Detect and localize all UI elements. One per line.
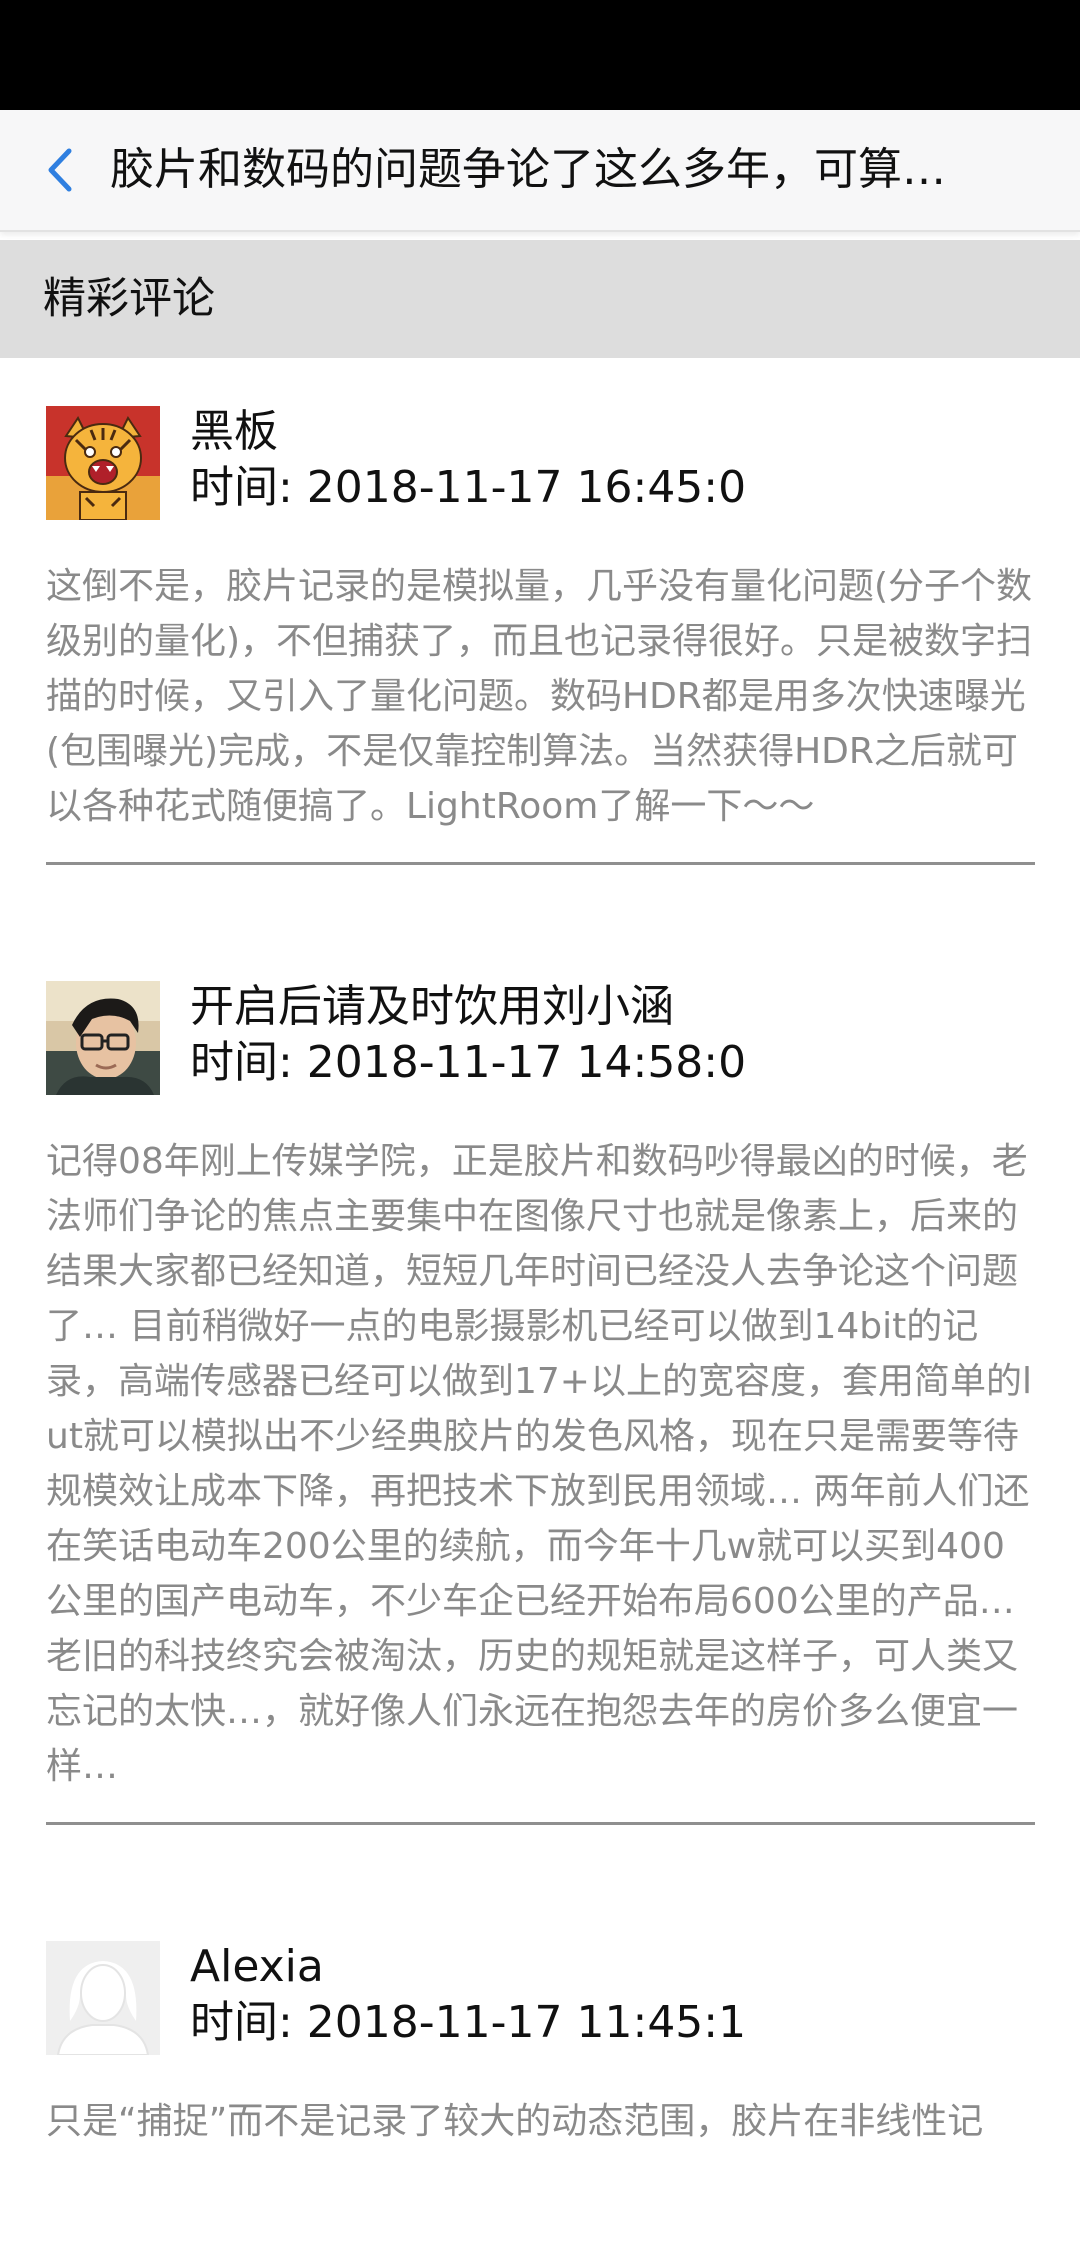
back-button[interactable] (30, 132, 90, 208)
section-header: 精彩评论 (0, 240, 1080, 358)
comment-divider (46, 862, 1035, 865)
default-female-avatar[interactable] (46, 1941, 160, 2055)
comment-timestamp: 时间: 2018-11-17 11:45:1 (190, 1997, 747, 2048)
comment-body: 记得08年刚上传媒学院，正是胶片和数码吵得最凶的时候，老法师们争论的焦点主要集中… (46, 1141, 1032, 1787)
comment-body: 这倒不是，胶片记录的是模拟量，几乎没有量化问题(分子个数级别的量化)，不但捕获了… (46, 566, 1033, 827)
title-bar: 胶片和数码的问题争论了这么多年，可算… (0, 110, 1080, 232)
comment-item: Alexia 时间: 2018-11-17 11:45:1 只是“捕捉”而不是记… (0, 1897, 1080, 2149)
status-bar (0, 0, 1080, 110)
comment-body: 只是“捕捉”而不是记录了较大的动态范围，胶片在非线性记 (46, 2101, 984, 2142)
comment-username[interactable]: Alexia (190, 1939, 324, 1995)
comment-header: Alexia 时间: 2018-11-17 11:45:1 (46, 1941, 1035, 2056)
page-title: 胶片和数码的问题争论了这么多年，可算… (110, 144, 946, 195)
comment-timestamp: 时间: 2018-11-17 14:58:0 (190, 1037, 747, 1088)
comment-username[interactable]: 黑板 (190, 404, 278, 460)
comment-divider (46, 1822, 1035, 1825)
man-with-glasses-avatar[interactable] (46, 981, 160, 1095)
chevron-left-icon (48, 148, 72, 192)
comment-list[interactable]: 黑板 时间: 2018-11-17 16:45:0 这倒不是，胶片记录的是模拟量… (0, 358, 1080, 2149)
tiger-avatar[interactable] (46, 406, 160, 520)
comment-item: 开启后请及时饮用刘小涵 时间: 2018-11-17 14:58:0 记得08年… (0, 937, 1080, 1825)
comment-header: 开启后请及时饮用刘小涵 时间: 2018-11-17 14:58:0 (46, 981, 1035, 1096)
comment-username[interactable]: 开启后请及时饮用刘小涵 (190, 979, 674, 1035)
comment-timestamp: 时间: 2018-11-17 16:45:0 (190, 462, 747, 513)
section-title: 精彩评论 (43, 274, 215, 324)
comment-header: 黑板 时间: 2018-11-17 16:45:0 (46, 406, 1035, 521)
comment-item: 黑板 时间: 2018-11-17 16:45:0 这倒不是，胶片记录的是模拟量… (0, 358, 1080, 865)
